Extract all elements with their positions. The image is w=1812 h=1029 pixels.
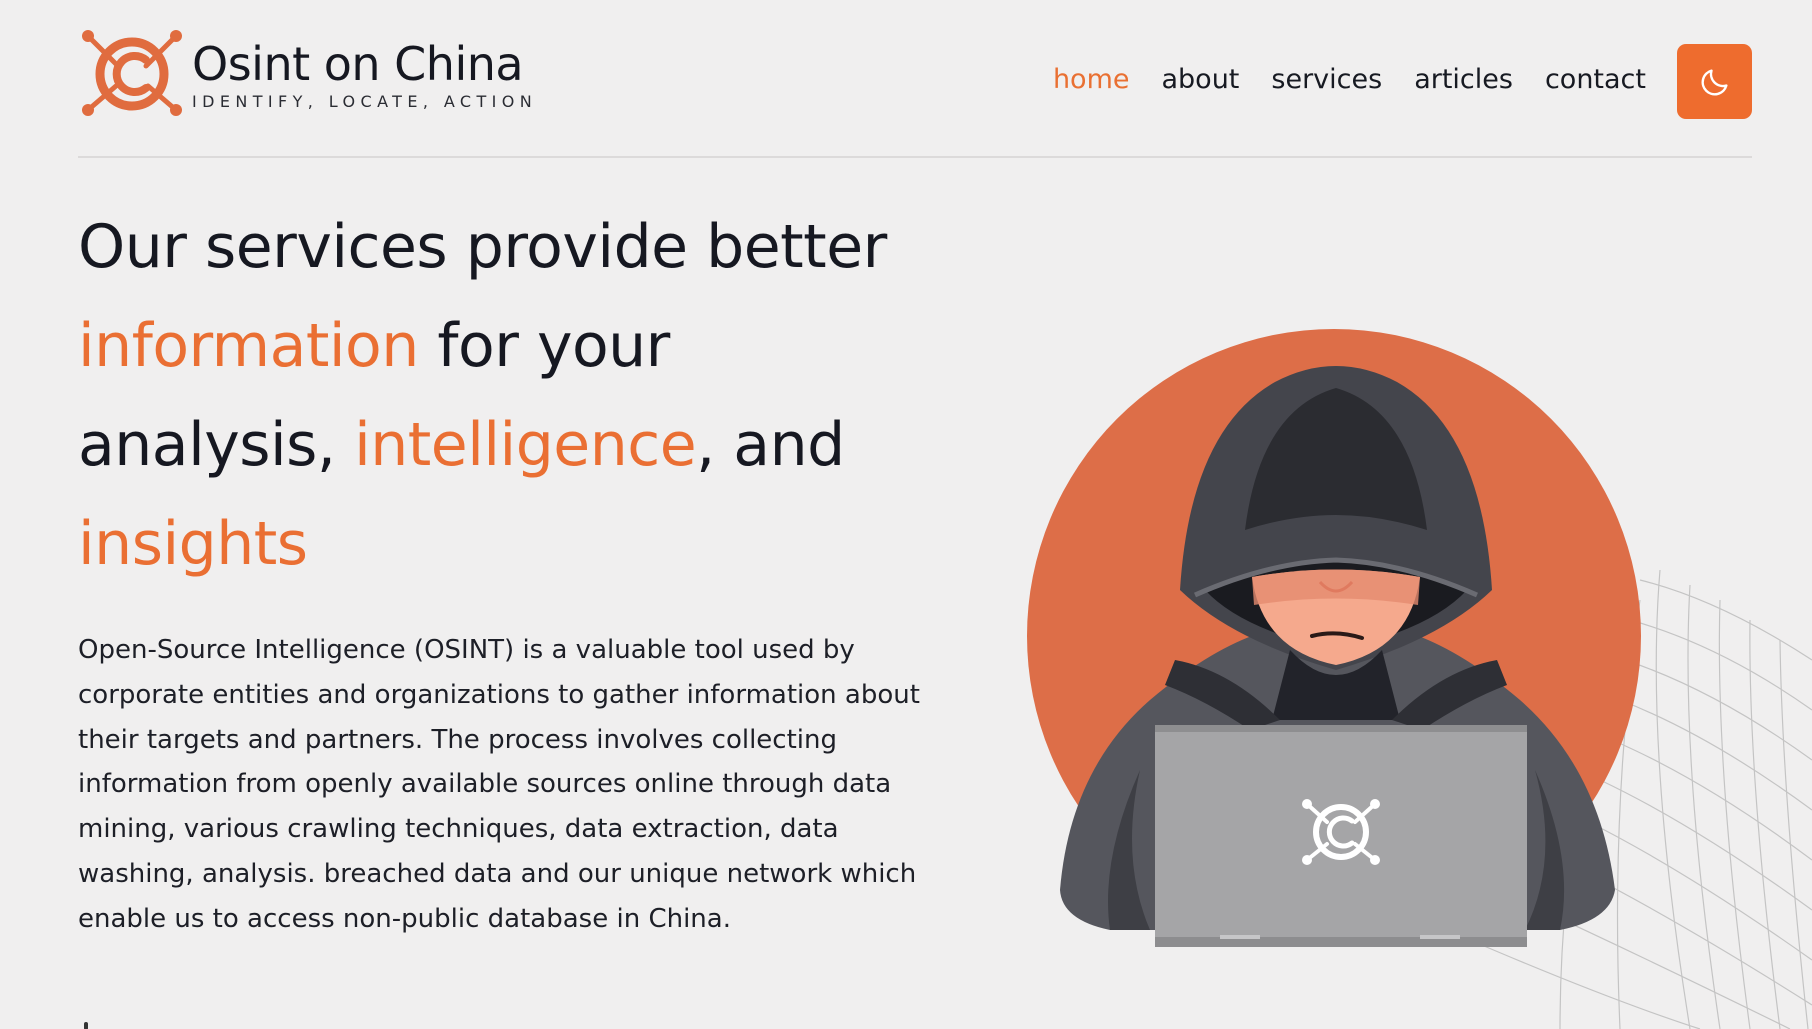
nav-contact-link[interactable]: contact	[1545, 62, 1646, 98]
hero-heading-line-1: Our services provide better	[78, 198, 938, 297]
moon-icon	[1701, 68, 1728, 95]
hero-heading-line-2: information for your	[78, 297, 938, 396]
main-nav: home about services articles contact	[1053, 62, 1646, 98]
nav-home-link[interactable]: home	[1053, 62, 1130, 98]
hero-description: Open-Source Intelligence (OSINT) is a va…	[78, 635, 920, 934]
hero-heading-line-4: insights	[78, 495, 938, 594]
nav-services-link[interactable]: services	[1271, 62, 1382, 98]
hero-highlight-information: information	[78, 311, 419, 381]
nav-articles-link[interactable]: articles	[1414, 62, 1513, 98]
laptop	[1155, 725, 1527, 947]
crosshair-c-logo-icon	[82, 30, 182, 116]
hero-highlight-insights: insights	[78, 509, 308, 579]
brand-name: Osint on China	[192, 36, 524, 91]
hero-heading-text: , and	[696, 410, 845, 480]
brand-home-link[interactable]: Osint on China IDENTIFY, LOCATE, ACTION	[78, 30, 537, 118]
hacker-illustration	[1027, 329, 1812, 1029]
scroll-indicator	[84, 1022, 88, 1029]
theme-toggle-button[interactable]	[1677, 44, 1752, 119]
hero-heading-text: for your	[418, 311, 670, 381]
hero-heading-text: analysis,	[78, 410, 355, 480]
hero-illustration	[1000, 300, 1812, 1029]
header-divider	[78, 156, 1752, 158]
hero-heading-text: Our services provide better	[78, 212, 887, 282]
hero-heading-line-3: analysis, intelligence, and	[78, 396, 938, 495]
page: Osint on China IDENTIFY, LOCATE, ACTION …	[0, 0, 1812, 1029]
hero-heading: Our services provide better information …	[78, 198, 938, 594]
brand-tagline: IDENTIFY, LOCATE, ACTION	[192, 91, 538, 111]
hero-highlight-intelligence: intelligence	[354, 410, 697, 480]
nav-about-link[interactable]: about	[1161, 62, 1239, 98]
brand-text: Osint on China IDENTIFY, LOCATE, ACTION	[192, 38, 537, 111]
